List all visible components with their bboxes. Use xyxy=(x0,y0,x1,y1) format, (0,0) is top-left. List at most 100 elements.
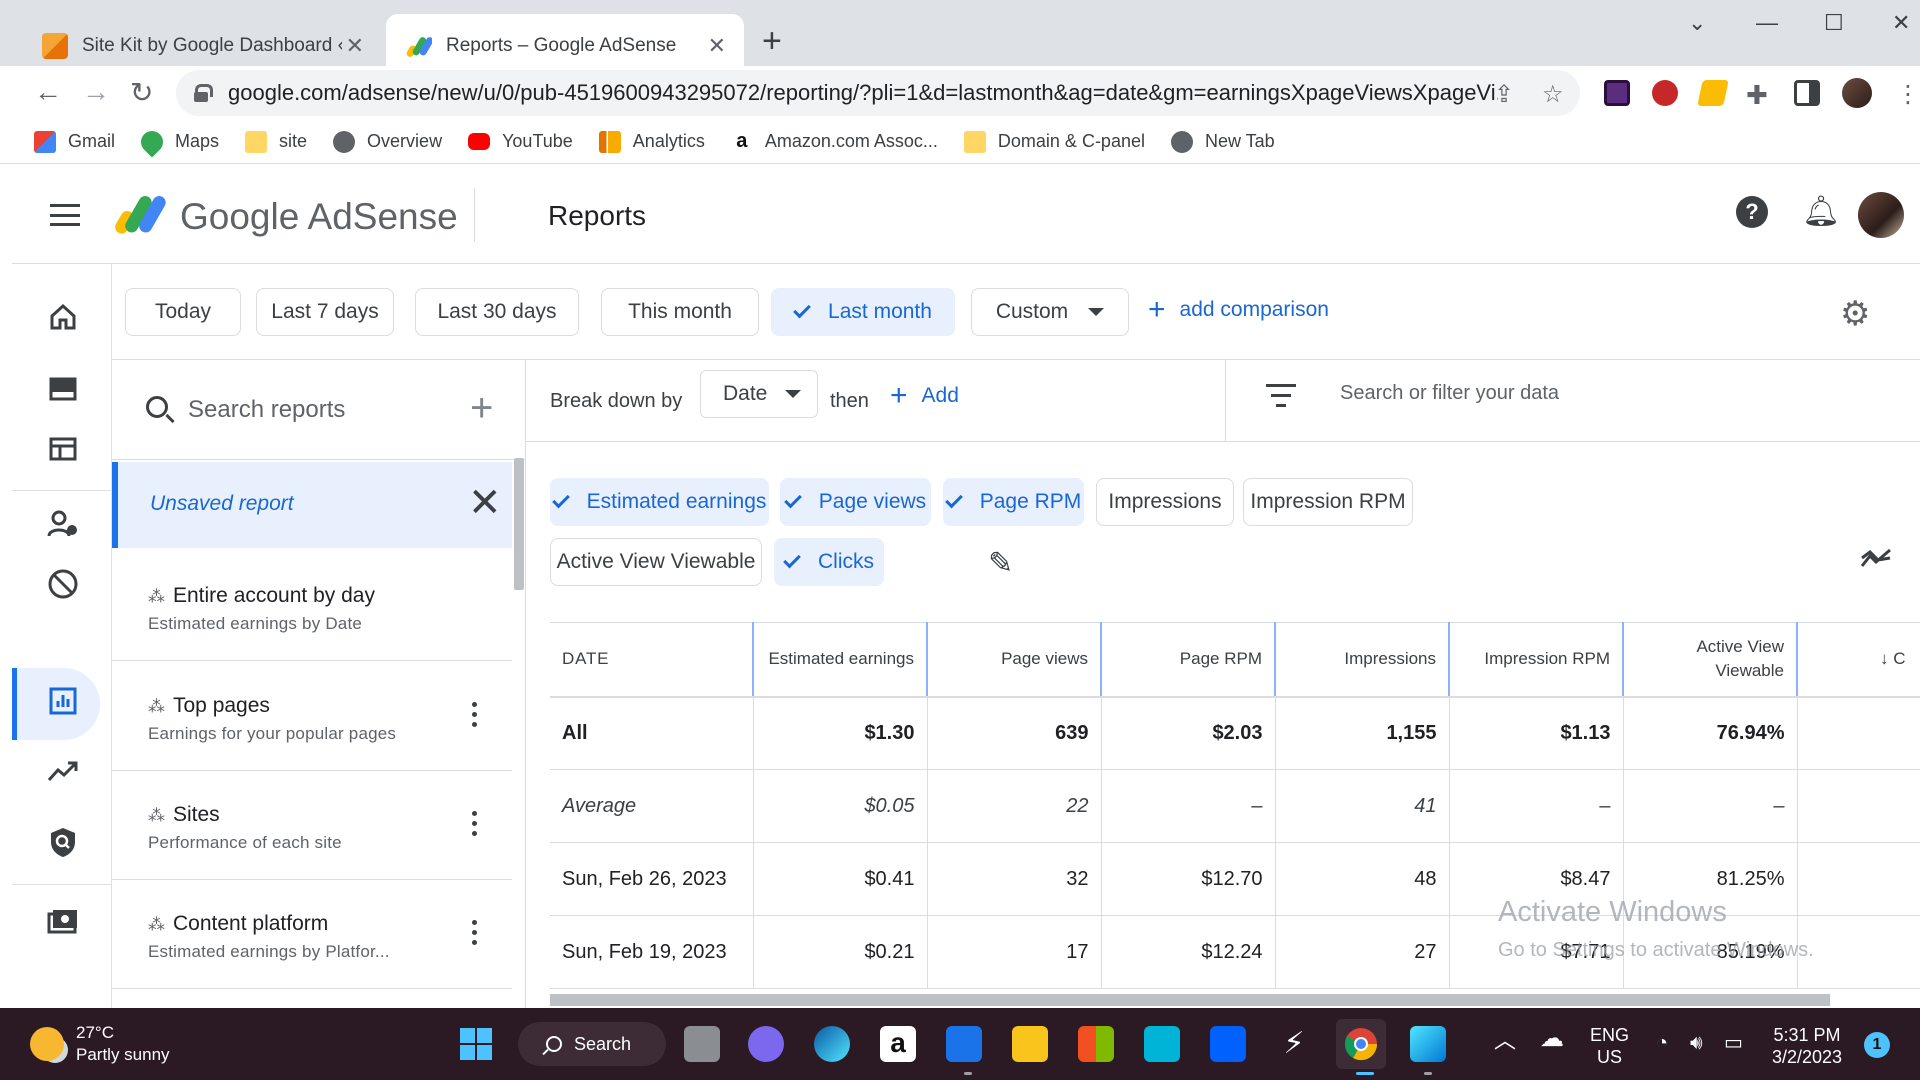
forward-icon[interactable]: → xyxy=(82,76,110,108)
wifi-icon[interactable]: ◔ xyxy=(1656,1032,1668,1054)
more-options-icon[interactable] xyxy=(472,920,478,948)
maximize-icon[interactable]: ☐ xyxy=(1824,10,1844,36)
bookmark-site[interactable]: site xyxy=(245,130,307,153)
bookmark-gmail[interactable]: Gmail xyxy=(34,130,115,153)
bookmark-overview[interactable]: Overview xyxy=(333,130,442,153)
chrome-active-icon[interactable] xyxy=(1336,1019,1386,1069)
menu-dots-icon[interactable]: ⋮ xyxy=(1896,80,1920,109)
privacy-messaging-icon[interactable] xyxy=(46,508,80,542)
table-horizontal-scrollbar[interactable] xyxy=(550,994,1830,1006)
show-hidden-icons-chevron-icon[interactable]: ︿ xyxy=(1494,1030,1516,1052)
range-last-30-days[interactable]: Last 30 days xyxy=(415,288,579,336)
notification-count-badge[interactable]: 1 xyxy=(1864,1032,1890,1058)
col-header-estimated-earnings[interactable]: Estimated earnings xyxy=(753,622,928,698)
range-last-7-days[interactable]: Last 7 days xyxy=(256,288,394,336)
volume-icon[interactable]: 🔊︎ xyxy=(1690,1032,1703,1054)
breakdown-dimension-select[interactable]: Date xyxy=(700,370,818,418)
seo-extension-icon[interactable] xyxy=(1652,80,1678,106)
bookmark-amazon[interactable]: a Amazon.com Assoc... xyxy=(730,130,938,153)
blocking-controls-icon[interactable] xyxy=(46,568,80,602)
side-panel-icon[interactable] xyxy=(1794,80,1820,106)
reload-icon[interactable]: ↻ xyxy=(130,76,153,109)
metric-impression-rpm[interactable]: Impression RPM xyxy=(1243,478,1413,526)
task-view-icon[interactable] xyxy=(684,1026,720,1062)
amazon-app-icon[interactable]: a xyxy=(880,1026,916,1062)
unsaved-report-item[interactable]: Unsaved report ✕ xyxy=(112,462,512,548)
lock-icon[interactable] xyxy=(194,84,213,102)
main-menu-icon[interactable] xyxy=(50,204,80,226)
toggle-chart-trend-icon[interactable] xyxy=(1860,544,1892,578)
close-tab-icon[interactable]: ✕ xyxy=(708,33,726,59)
more-options-icon[interactable] xyxy=(472,811,478,839)
new-report-plus-icon[interactable]: + xyxy=(470,386,493,431)
adsense-logo-icon[interactable] xyxy=(112,192,166,238)
bookmark-maps[interactable]: Maps xyxy=(136,125,219,158)
col-header-clicks-sorted[interactable]: ↓ C xyxy=(1797,622,1920,698)
col-header-impression-rpm[interactable]: Impression RPM xyxy=(1449,622,1624,698)
metric-page-views[interactable]: Page views xyxy=(780,478,931,526)
filter-bar[interactable]: Search or filter your data xyxy=(1226,360,1920,442)
close-icon[interactable]: ✕ xyxy=(468,480,502,526)
search-reports-input[interactable]: Search reports xyxy=(188,396,345,424)
brand-safety-icon[interactable] xyxy=(46,826,80,860)
notifications-bell-icon[interactable]: 🔔︎ xyxy=(1802,194,1840,229)
close-tab-icon[interactable]: ✕ xyxy=(346,33,364,59)
saved-report-content-platform[interactable]: ⁂ Content platform Estimated earnings by … xyxy=(112,880,512,989)
teams-chat-icon[interactable] xyxy=(748,1026,784,1062)
metric-impressions[interactable]: Impressions xyxy=(1096,478,1234,526)
app-bolt-icon[interactable]: ⚡︎ xyxy=(1276,1026,1312,1062)
col-header-page-views[interactable]: Page views xyxy=(927,622,1102,698)
payments-icon[interactable] xyxy=(46,908,80,942)
extension-icon[interactable] xyxy=(1697,80,1729,106)
bookmark-new-tab[interactable]: New Tab xyxy=(1170,130,1275,153)
address-bar[interactable]: google.com/adsense/new/u/0/pub-451960094… xyxy=(176,70,1580,116)
metric-active-view-viewable[interactable]: Active View Viewable xyxy=(550,538,762,586)
remote-desktop-icon[interactable] xyxy=(1144,1026,1180,1062)
ads-icon[interactable] xyxy=(46,434,80,468)
edge-browser-icon[interactable] xyxy=(814,1026,850,1062)
range-custom-dropdown[interactable]: Custom xyxy=(971,288,1129,336)
panel-scrollbar[interactable] xyxy=(514,458,524,590)
col-header-page-rpm[interactable]: Page RPM xyxy=(1101,622,1276,698)
range-today[interactable]: Today xyxy=(125,288,241,336)
back-icon[interactable]: ← xyxy=(34,76,62,108)
bookmark-star-icon[interactable]: ☆ xyxy=(1542,80,1564,109)
filter-icon[interactable] xyxy=(1266,384,1296,414)
bookmark-analytics[interactable]: Analytics xyxy=(598,130,705,153)
reports-icon[interactable] xyxy=(46,686,80,720)
range-this-month[interactable]: This month xyxy=(601,288,759,336)
add-breakdown-button[interactable]: + Add xyxy=(890,381,959,411)
more-options-icon[interactable] xyxy=(472,702,478,730)
report-search[interactable]: Search reports + xyxy=(112,360,525,460)
new-tab-icon[interactable]: + xyxy=(762,22,782,61)
saved-report-sites[interactable]: ⁂ Sites Performance of each site xyxy=(112,771,512,880)
bookmark-youtube[interactable]: YouTube xyxy=(468,131,573,152)
saved-report-top-pages[interactable]: ⁂ Top pages Earnings for your popular pag… xyxy=(112,662,512,771)
metric-clicks[interactable]: Clicks xyxy=(774,538,884,586)
add-comparison-button[interactable]: + add comparison xyxy=(1148,295,1329,325)
mail-icon[interactable] xyxy=(946,1026,982,1062)
extensions-puzzle-icon[interactable]: ✚ xyxy=(1746,80,1768,111)
onedrive-cloud-icon[interactable]: ☁ xyxy=(1540,1027,1564,1051)
language-indicator[interactable]: ENG US xyxy=(1590,1024,1629,1068)
windows-start-icon[interactable] xyxy=(458,1026,494,1062)
bookmark-domain-cpanel[interactable]: Domain & C-panel xyxy=(963,130,1145,153)
file-explorer-icon[interactable] xyxy=(1012,1026,1048,1062)
home-icon[interactable] xyxy=(46,302,80,336)
clock[interactable]: 5:31 PM 3/2/2023 xyxy=(1772,1024,1842,1068)
range-last-month[interactable]: Last month xyxy=(771,288,955,336)
tab-search-chevron-icon[interactable]: ⌄ xyxy=(1688,10,1706,36)
avatar[interactable] xyxy=(1858,192,1904,238)
metric-page-rpm[interactable]: Page RPM xyxy=(943,478,1084,526)
profile-avatar-icon[interactable] xyxy=(1842,78,1872,108)
edit-metrics-pencil-icon[interactable]: ✎ xyxy=(988,546,1013,581)
saved-report-entire-account[interactable]: ⁂ Entire account by day Estimated earning… xyxy=(112,552,512,661)
sites-icon[interactable] xyxy=(46,374,80,408)
photos-icon[interactable] xyxy=(1410,1026,1446,1062)
battery-icon[interactable]: ▭ xyxy=(1724,1032,1743,1054)
share-icon[interactable]: ⇪ xyxy=(1494,80,1514,109)
help-icon[interactable]: ? xyxy=(1736,196,1768,228)
dropbox-icon[interactable] xyxy=(1210,1026,1246,1062)
settings-gear-icon[interactable]: ⚙ xyxy=(1840,294,1870,334)
optimization-trend-icon[interactable] xyxy=(46,756,80,790)
